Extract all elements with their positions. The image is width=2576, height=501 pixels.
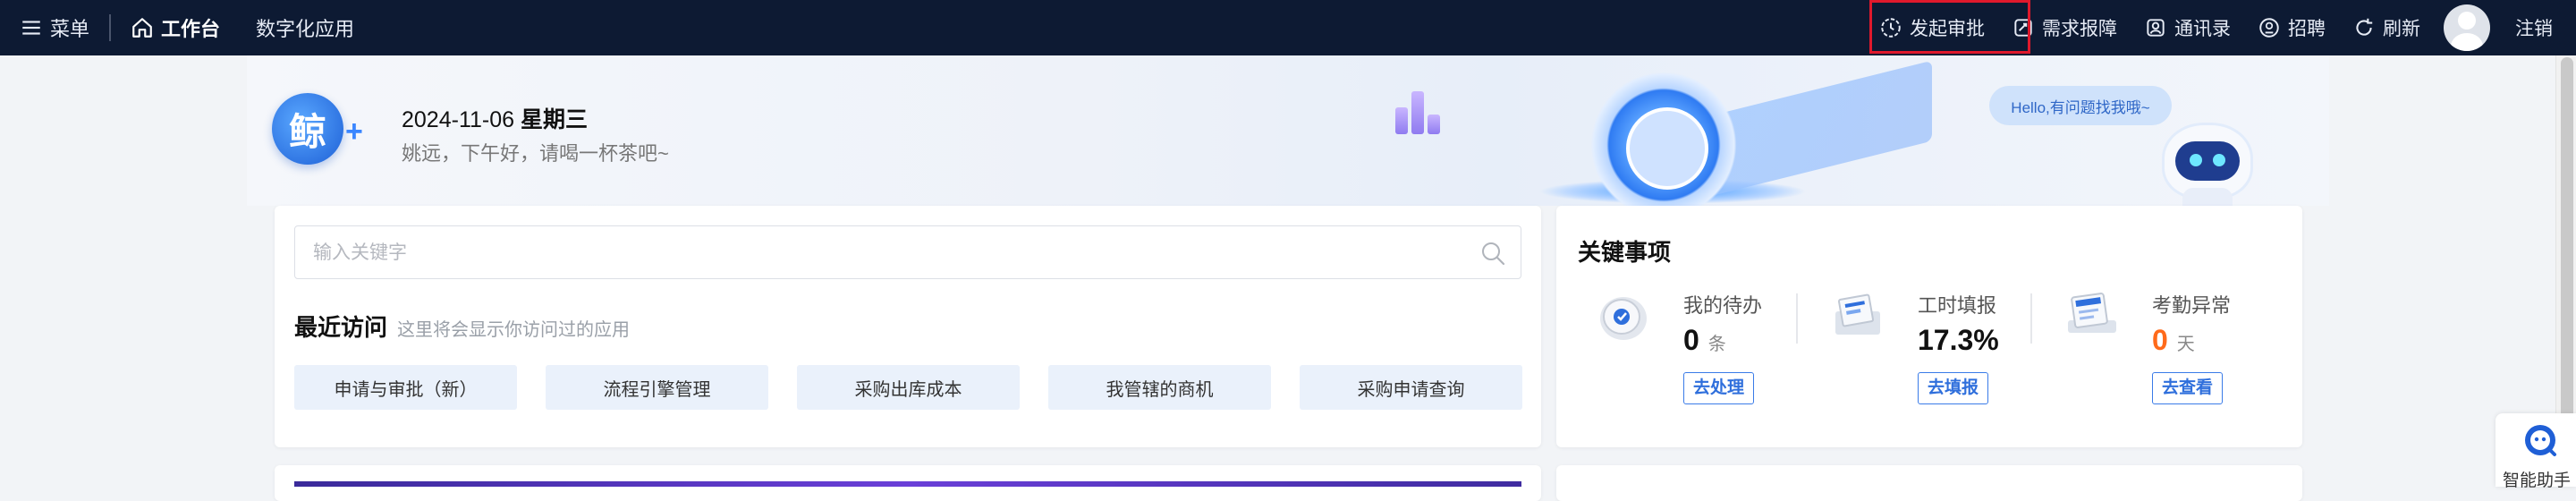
kpi-label: 工时填报 (1918, 294, 1997, 317)
nav-divider (109, 14, 112, 41)
lower-right-card (1556, 465, 2302, 501)
contacts-button[interactable]: 通讯录 (2144, 14, 2231, 41)
recent-visits-hint: 这里将会显示你访问过的应用 (397, 320, 630, 340)
deco-bar (1411, 91, 1424, 134)
kpi-number: 0 (1683, 324, 1699, 356)
current-date: 2024-11-06 (402, 107, 515, 132)
report-issue-label: 需求报障 (2042, 19, 2117, 39)
kpi-unit: 条 (1707, 335, 1726, 354)
report-icon (2014, 19, 2032, 37)
recent-app-item[interactable]: 我管辖的商机 (1048, 365, 1271, 410)
contacts-label: 通讯录 (2174, 19, 2231, 39)
robot-eye (2213, 154, 2225, 166)
recruit-button[interactable]: 招聘 (2258, 14, 2326, 41)
search-box (294, 225, 1521, 280)
fill-timesheet-button[interactable]: 去填报 (1918, 372, 1989, 404)
chat-bot-icon[interactable] (2522, 422, 2558, 458)
refresh-icon (2356, 18, 2373, 36)
refresh-button[interactable]: 刷新 (2352, 14, 2420, 41)
attendance-icon (2068, 293, 2116, 333)
report-issue-button[interactable]: 需求报障 (2012, 14, 2117, 41)
top-nav-right: 发起审批 需求报障 通讯录 招聘 刷新 注销 (1879, 0, 2576, 55)
top-nav-left: 菜单 工作台 数字化应用 (0, 0, 354, 55)
recent-apps-list: 申请与审批（新） 流程引擎管理 采购出库成本 我管辖的商机 采购申请查询 (294, 365, 1522, 410)
nav-workbench[interactable]: 工作台 (131, 13, 220, 42)
refresh-label: 刷新 (2383, 19, 2420, 39)
search-icon[interactable] (1479, 240, 1506, 267)
app-logo: 鲸 (272, 93, 343, 165)
recent-app-item[interactable]: 流程引擎管理 (546, 365, 768, 410)
kpi-unit: 天 (2176, 335, 2195, 354)
assistant-speech-bubble[interactable]: Hello,有问题找我哦~ (1989, 86, 2172, 125)
kpi-number: 0 (2152, 324, 2168, 356)
deco-bar (1428, 115, 1440, 134)
smart-assistant-label[interactable]: 智能助手 (2503, 467, 2571, 491)
hamburger-icon (22, 21, 40, 35)
recent-visits-title: 最近访问 (294, 314, 388, 341)
start-approval-label: 发起审批 (1910, 19, 1985, 39)
user-avatar[interactable] (2444, 4, 2490, 51)
menu-button[interactable]: 菜单 (20, 13, 89, 42)
recruit-label: 招聘 (2288, 19, 2326, 39)
recent-app-item[interactable]: 采购出库成本 (797, 365, 1020, 410)
approval-icon (1881, 18, 1901, 38)
page-scrollbar-thumb[interactable] (2561, 57, 2573, 451)
digital-apps-label: 数字化应用 (256, 18, 355, 40)
recent-app-item[interactable]: 采购申请查询 (1300, 365, 1522, 410)
kpi-label: 考勤异常 (2152, 294, 2232, 317)
logout-button[interactable]: 注销 (2515, 14, 2553, 41)
greeting-text: 姚远，下午好，请喝一杯茶吧~ (402, 142, 669, 165)
current-weekday: 星期三 (520, 107, 588, 132)
robot-face (2175, 141, 2240, 181)
logo-plus-icon: + (345, 115, 363, 149)
kpi-value: 0条 (1683, 324, 1726, 357)
date-line: 2024-11-06 星期三 (402, 102, 588, 134)
kpi-divider (1796, 293, 1798, 344)
top-nav-bar: 菜单 工作台 数字化应用 发起审批 需求报障 通讯录 招聘 刷新 注销 (0, 0, 2576, 55)
timesheet-icon (1835, 293, 1880, 335)
robot-body (2182, 188, 2233, 208)
kpi-divider (2030, 293, 2032, 344)
todo-icon (1600, 297, 1647, 340)
menu-label: 菜单 (50, 18, 90, 40)
workbench-label: 工作台 (161, 18, 221, 40)
kpi-number: 17.3% (1918, 324, 1999, 356)
kpi-value: 17.3% (1918, 324, 2008, 357)
nav-digital-apps[interactable]: 数字化应用 (256, 13, 354, 42)
recruit-icon (2259, 18, 2279, 38)
contacts-icon (2147, 19, 2165, 37)
kpi-label: 我的待办 (1683, 294, 1763, 317)
lower-card-banner (294, 481, 1521, 487)
key-items-title: 关键事项 (1578, 239, 1672, 266)
start-approval-button[interactable]: 发起审批 (1879, 14, 1985, 41)
deco-bar (1395, 107, 1408, 134)
robot-eye (2190, 154, 2202, 166)
view-attendance-button[interactable]: 去查看 (2152, 372, 2224, 404)
home-icon (132, 18, 152, 38)
kpi-value: 0天 (2152, 324, 2195, 357)
recent-app-item[interactable]: 申请与审批（新） (294, 365, 517, 410)
search-input[interactable] (311, 226, 1460, 280)
handle-todo-button[interactable]: 去处理 (1683, 372, 1755, 404)
cloud-icon (1626, 107, 1708, 190)
